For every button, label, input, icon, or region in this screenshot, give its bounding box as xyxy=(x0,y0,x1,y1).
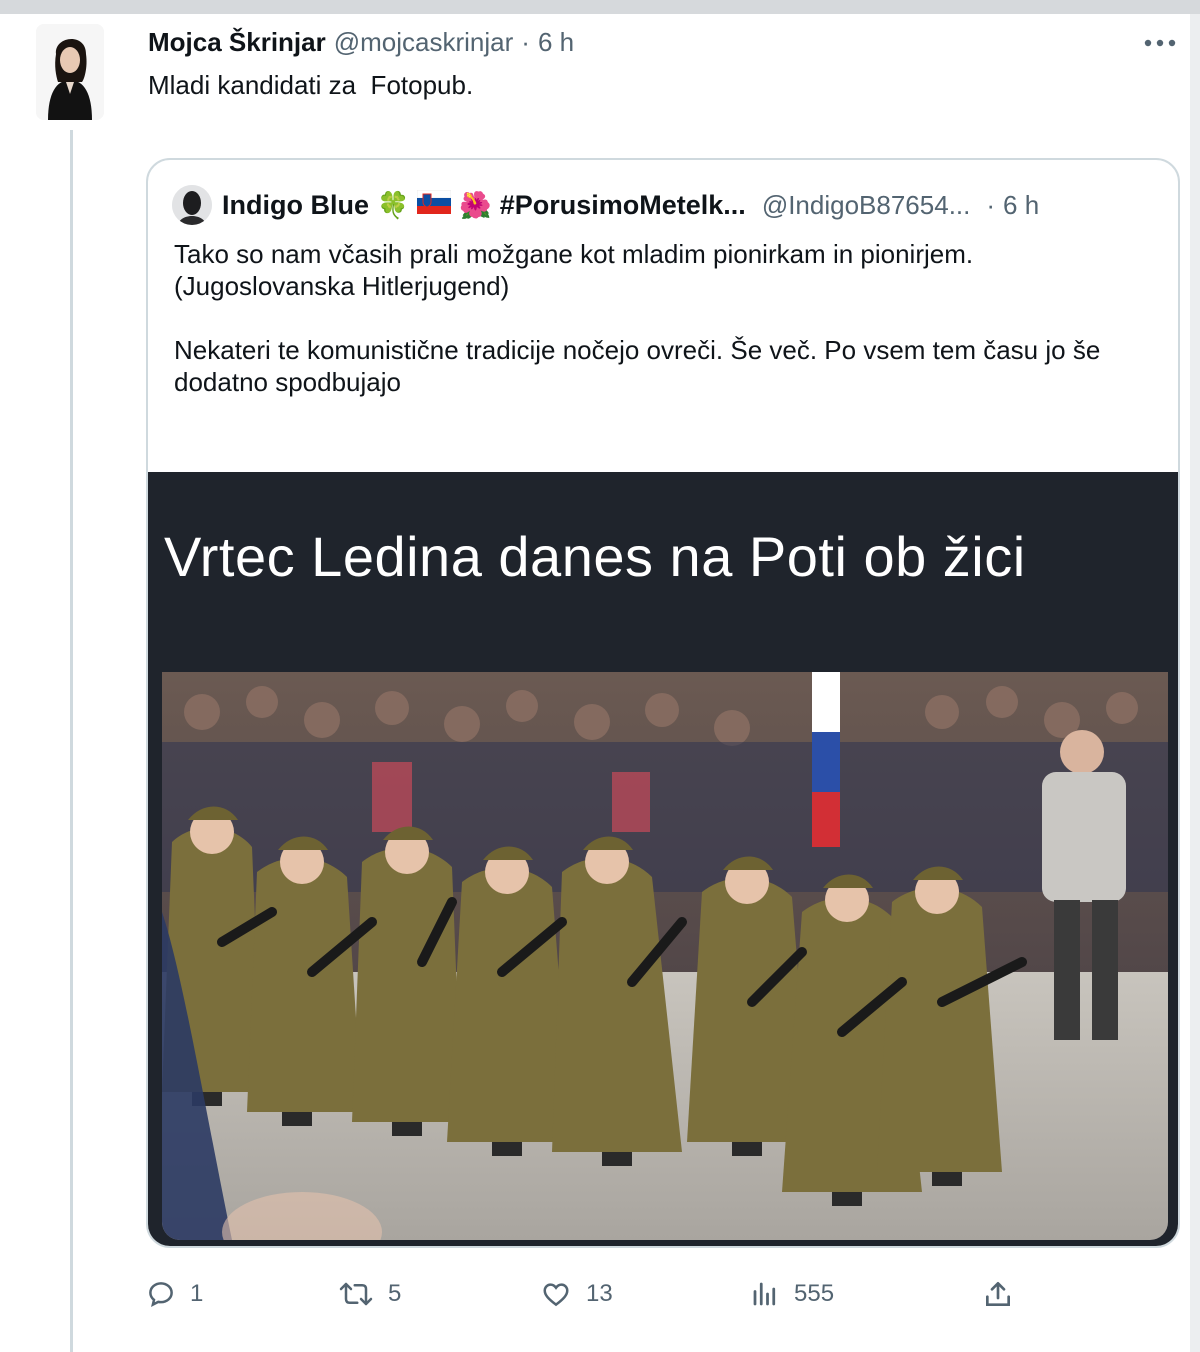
author-avatar[interactable] xyxy=(36,24,104,120)
parade-photo xyxy=(162,672,1168,1240)
post-text: Mladi kandidati za Fotopub. xyxy=(148,70,474,100)
like-button[interactable]: 13 xyxy=(540,1272,613,1316)
quoted-tweet-header: Indigo Blue 🍀 🌺 #PorusimoMetelk... @Indi… xyxy=(172,185,1039,225)
retweet-icon xyxy=(339,1282,373,1306)
time-separator: · xyxy=(521,26,530,57)
reply-count: 1 xyxy=(190,1280,204,1307)
quoted-author-name[interactable]: Indigo Blue xyxy=(222,190,369,221)
quoted-author-avatar[interactable] xyxy=(172,185,212,225)
author-handle[interactable]: @mojcaskrinjar xyxy=(334,27,514,58)
post-time[interactable]: 6 h xyxy=(538,27,574,58)
author-name[interactable]: Mojca Škrinjar xyxy=(148,27,326,58)
retweet-count: 5 xyxy=(388,1280,402,1307)
post-header: Mojca Škrinjar @mojcaskrinjar · 6 h xyxy=(148,24,574,60)
more-icon[interactable] xyxy=(1140,28,1180,58)
like-count: 13 xyxy=(586,1280,613,1307)
hibiscus-emoji-icon: 🌺 xyxy=(459,189,492,220)
thread-line xyxy=(70,130,73,1352)
quoted-media[interactable]: Vrtec Ledina danes na Poti ob žici xyxy=(148,472,1178,1246)
clover-emoji-icon: 🍀 xyxy=(376,189,410,220)
action-bar: 1 5 13 555 xyxy=(146,1272,1046,1316)
retweet-button[interactable]: 5 xyxy=(338,1272,401,1316)
reply-icon xyxy=(149,1282,173,1307)
slovenia-flag-icon xyxy=(417,189,452,221)
share-icon xyxy=(986,1282,1010,1306)
quoted-hashtag[interactable]: #PorusimoMetelk... xyxy=(500,190,746,221)
views-icon xyxy=(753,1282,776,1306)
media-caption: Vrtec Ledina danes na Poti ob žici xyxy=(164,525,1026,588)
top-edge xyxy=(0,0,1200,14)
quoted-tweet-text: Tako so nam včasih prali možgane kot mla… xyxy=(174,239,1101,397)
right-edge xyxy=(1190,14,1200,1352)
views-count: 555 xyxy=(794,1280,835,1307)
like-icon xyxy=(543,1283,569,1307)
quoted-time[interactable]: 6 h xyxy=(1003,190,1039,221)
quoted-tweet[interactable]: Indigo Blue 🍀 🌺 #PorusimoMetelk... @Indi… xyxy=(146,158,1180,1248)
share-button[interactable] xyxy=(982,1272,1014,1316)
reply-button[interactable]: 1 xyxy=(146,1272,203,1316)
quoted-time-separator: · xyxy=(986,189,996,220)
quoted-author-handle[interactable]: @IndigoB87654... xyxy=(762,190,971,221)
views-button[interactable]: 555 xyxy=(750,1272,834,1316)
